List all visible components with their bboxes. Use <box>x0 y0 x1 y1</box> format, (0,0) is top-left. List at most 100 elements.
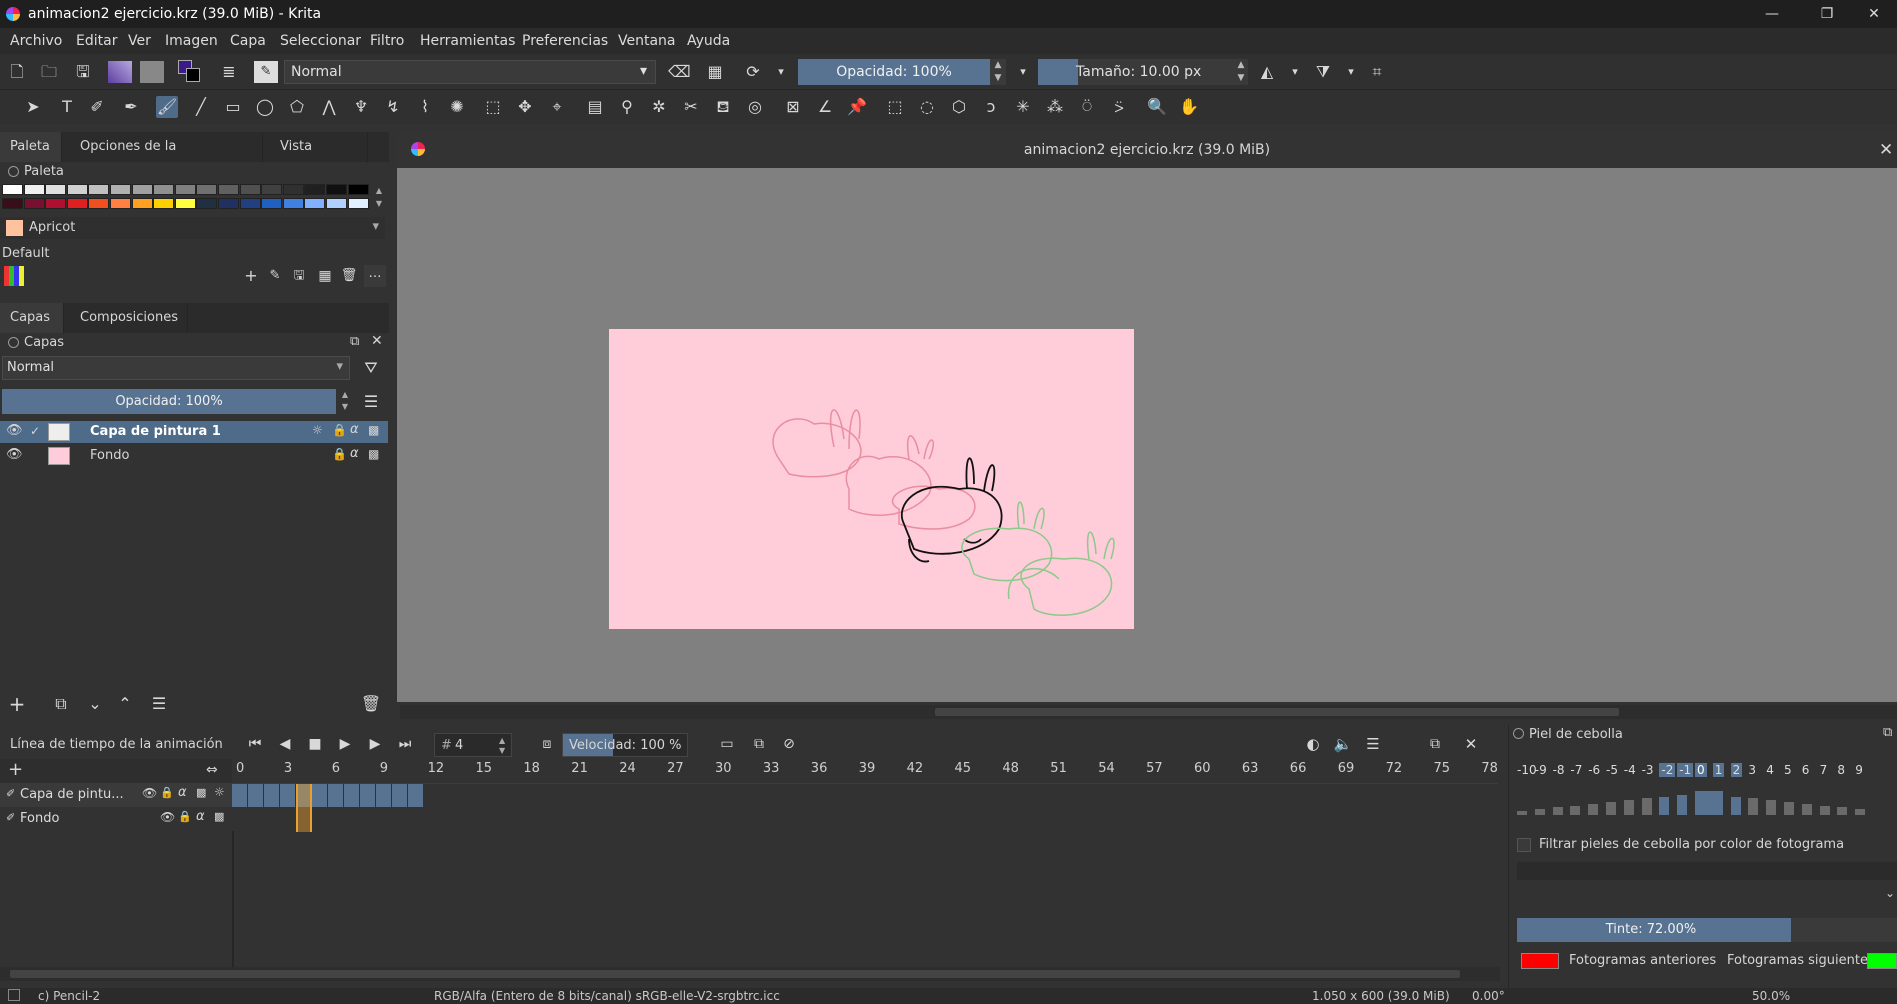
palette-swatch[interactable] <box>110 198 131 209</box>
onion-opacity-bars[interactable] <box>1517 785 1897 815</box>
audio-icon[interactable]: 🔈 <box>1332 733 1354 755</box>
inherit-alpha-icon[interactable]: ▩ <box>196 786 206 799</box>
onion-skin-toggle-icon[interactable]: ◐ <box>1302 733 1324 755</box>
layer-options-menu-icon[interactable]: ☰ <box>360 391 382 413</box>
new-document-icon[interactable]: 🗋 <box>6 61 28 83</box>
menu-ventana[interactable]: Ventana <box>618 33 676 49</box>
delete-swatch-icon[interactable]: 🗑 <box>338 265 360 287</box>
pin-icon[interactable]: ✐ <box>6 787 15 800</box>
palette-swatch[interactable] <box>239 198 261 209</box>
onion-frame-number[interactable]: -7 <box>1570 763 1582 777</box>
freehand-brush-icon[interactable]: 🖌 <box>156 96 178 118</box>
reload-preset-icon[interactable]: ⟳ <box>742 61 764 83</box>
inherit-alpha-icon[interactable]: ▩ <box>214 810 224 823</box>
timeline-settings-icon[interactable]: ☰ <box>1362 733 1384 755</box>
tab-paleta[interactable]: Paleta <box>0 132 62 162</box>
polyline-tool-icon[interactable]: ⋀ <box>318 96 340 118</box>
drop-frames-icon[interactable]: ⧈ <box>536 733 558 755</box>
keyframe-cell[interactable] <box>343 784 359 807</box>
line-tool-icon[interactable]: ╱ <box>190 96 212 118</box>
palette-swatch[interactable] <box>304 198 326 209</box>
duplicate-frame-icon[interactable]: ⧉ <box>748 733 770 755</box>
stop-icon[interactable]: ■ <box>304 733 326 755</box>
palette-swatch[interactable] <box>196 198 218 209</box>
keyframe-cell[interactable] <box>247 784 263 807</box>
onion-frame-number[interactable]: -9 <box>1535 763 1547 777</box>
edit-shapes-icon[interactable]: ✐ <box>86 96 108 118</box>
keyframe-cell[interactable] <box>375 784 391 807</box>
keyframe-cell[interactable] <box>407 784 423 807</box>
palette-swatch[interactable] <box>326 184 347 195</box>
color-picker-icon[interactable]: ⚲ <box>616 96 638 118</box>
onion-frame-number[interactable]: 6 <box>1802 763 1810 777</box>
chevron-down-icon[interactable]: ▾ <box>1340 61 1362 83</box>
palette-swatch[interactable] <box>261 184 283 195</box>
smart-patch-icon[interactable]: ✲ <box>648 96 670 118</box>
palette-swatch[interactable] <box>304 184 326 195</box>
last-frame-icon[interactable]: ⏭ <box>394 733 416 755</box>
onion-frame-number[interactable]: 1 <box>1712 763 1725 777</box>
freehand-path-icon[interactable]: ↯ <box>382 96 404 118</box>
text-tool-icon[interactable]: T <box>56 96 78 118</box>
more-options-button[interactable]: … <box>364 265 386 287</box>
zoom-tool-icon[interactable]: 🔍 <box>1146 96 1168 118</box>
onion-opacity-bar[interactable] <box>1534 809 1545 815</box>
keyframe-cell[interactable] <box>263 784 279 807</box>
reference-images-icon[interactable]: 📌 <box>846 96 868 118</box>
palette-swatch[interactable] <box>131 184 153 195</box>
polygon-tool-icon[interactable]: ⬠ <box>286 96 308 118</box>
menu-ver[interactable]: Ver <box>128 33 151 49</box>
size-slider[interactable]: Tamaño: 10.00 px <box>1038 59 1236 85</box>
float-docker-icon[interactable]: ⧉ <box>1424 733 1446 755</box>
close-document-icon[interactable]: ✕ <box>1879 140 1893 160</box>
menu-filtro[interactable]: Filtro <box>370 33 404 49</box>
keyframe-cell[interactable] <box>232 784 247 807</box>
calligraphy-icon[interactable]: ✒ <box>120 96 142 118</box>
visibility-eye-icon[interactable]: 👁 <box>6 423 23 438</box>
alpha-lock-icon[interactable]: α <box>196 809 205 824</box>
menu-seleccionar[interactable]: Seleccionar <box>280 33 361 49</box>
onion-opacity-bar[interactable] <box>1606 802 1616 815</box>
palette-swatch[interactable] <box>282 198 304 209</box>
close-docker-icon[interactable]: ✕ <box>1460 733 1482 755</box>
palette-swatch[interactable] <box>131 198 153 209</box>
palette-swatch[interactable] <box>174 198 196 209</box>
palette-grid-icon[interactable] <box>4 266 24 286</box>
next-frame-icon[interactable]: ▶ <box>364 733 386 755</box>
layer-row[interactable]: 👁 ✓ Capa de pintura 1 ☼ 🔒 α ▩ <box>0 421 388 443</box>
colorize-mask-icon[interactable]: ✂ <box>680 96 702 118</box>
menu-archivo[interactable]: Archivo <box>10 33 62 49</box>
tab-tool-options[interactable]: Opciones de la herramienta <box>70 132 263 184</box>
visibility-eye-icon[interactable]: 👁 <box>6 447 23 462</box>
fill-tool-icon[interactable]: ⛾ <box>712 96 734 118</box>
alpha-lock-icon[interactable]: α <box>178 785 187 800</box>
size-spinner[interactable]: ▲ ▼ <box>1234 59 1248 85</box>
onion-frame-number[interactable]: -10 <box>1517 763 1537 777</box>
gradient-preset-icon[interactable] <box>108 61 132 83</box>
onion-frame-number[interactable]: 8 <box>1837 763 1845 777</box>
palette-swatch[interactable] <box>174 184 196 195</box>
brush-preset-icon[interactable]: ✎ <box>254 61 278 83</box>
wrap-around-icon[interactable]: ⌗ <box>1366 61 1388 83</box>
palette-swatch[interactable] <box>347 184 369 195</box>
timeline-layer-row[interactable]: ✐ Fondo 👁 🔒 α ▩ <box>0 807 232 831</box>
palette-swatch[interactable] <box>261 198 283 209</box>
onion-expand[interactable]: ⌄ <box>1517 886 1897 906</box>
previous-frames-color[interactable] <box>1521 953 1559 969</box>
scrollbar-thumb[interactable] <box>10 970 1460 978</box>
status-zoom[interactable]: 50.0% <box>1752 989 1790 1003</box>
visibility-eye-icon[interactable]: 👁 <box>142 786 157 800</box>
onion-opacity-bar[interactable] <box>1837 807 1848 815</box>
tab-composiciones[interactable]: Composiciones <box>70 303 188 333</box>
first-frame-icon[interactable]: ⏮ <box>244 733 266 755</box>
contiguous-select-icon[interactable]: ✳ <box>1012 96 1034 118</box>
timeline-layer-row[interactable]: ✐ Capa de pintu... 👁 🔒 α ▩ ☼ <box>0 783 232 807</box>
status-rotation[interactable]: 0.00° <box>1472 989 1505 1003</box>
alpha-lock-icon[interactable]: α <box>350 422 359 437</box>
minimize-button[interactable]: — <box>1749 0 1795 28</box>
scrollbar-thumb[interactable] <box>935 708 1619 716</box>
edit-swatch-icon[interactable]: ✎ <box>264 265 286 287</box>
onion-opacity-bar[interactable] <box>1855 809 1866 815</box>
visibility-eye-icon[interactable]: 👁 <box>160 810 175 824</box>
palette-swatch[interactable] <box>45 184 67 195</box>
